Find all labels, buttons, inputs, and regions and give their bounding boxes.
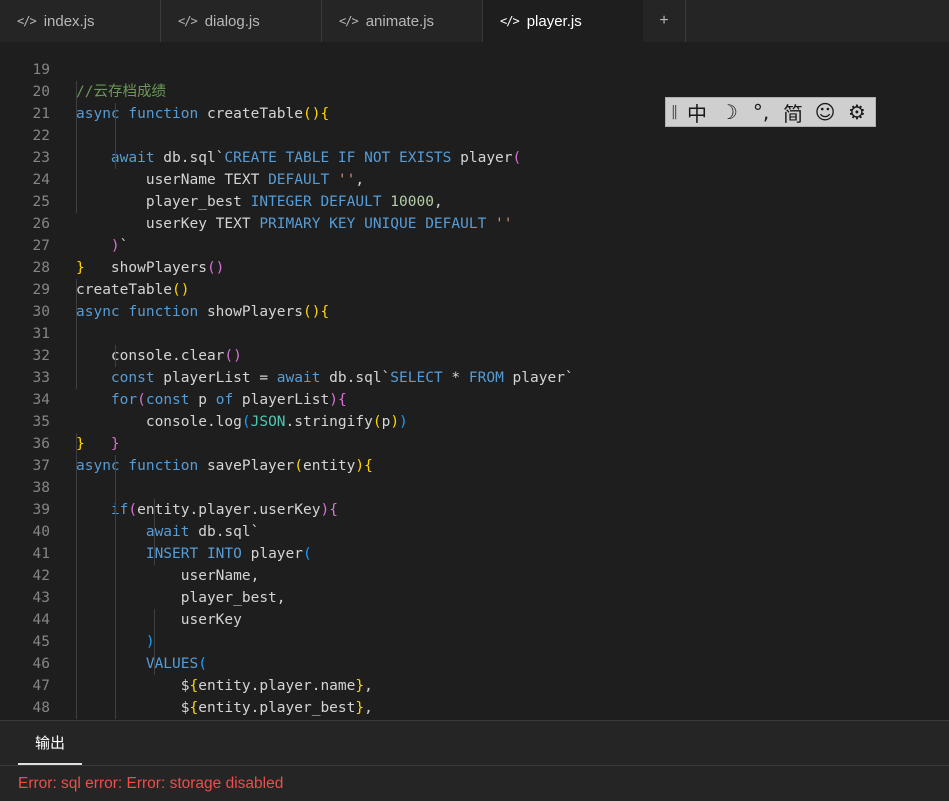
moon-icon[interactable]: ☽ (713, 100, 745, 124)
code-line: 25 )` (0, 169, 949, 254)
divider (0, 765, 949, 766)
code-line: 28 createTable() (0, 235, 949, 298)
code-line: 45 ${entity.player.name}, (0, 609, 949, 694)
code-file-icon: </> (500, 14, 520, 28)
code-line: 42 userKey (0, 543, 949, 628)
code-line: 23 player_best INTEGER DEFAULT 10000, (0, 125, 949, 210)
tab-dialog-js[interactable]: </> dialog.js (161, 0, 322, 42)
code-line: 30 console.clear() (0, 279, 949, 364)
code-file-icon: </> (178, 14, 198, 28)
code-line: 49 ON CONFLICT (userKey) (0, 697, 949, 719)
code-line: 41 player_best, (0, 521, 949, 606)
tab-index-js[interactable]: </> index.js (0, 0, 161, 42)
code-line: 48 ) (0, 675, 949, 716)
code-line: 20 async function createTable(){ (0, 59, 949, 122)
code-file-icon: </> (339, 14, 359, 28)
gear-icon[interactable]: ⚙ (841, 100, 873, 124)
code-line: 39 INSERT INTO player( (0, 477, 949, 562)
code-line: 35 } (0, 389, 949, 452)
output-panel: 输出 Error: sql error: Error: storage disa… (0, 720, 949, 801)
code-file-icon: </> (17, 14, 37, 28)
code-editor-window: </> index.js </> dialog.js </> animate.j… (0, 0, 949, 801)
smiley-icon[interactable]: ☺ (809, 100, 841, 124)
tab-label: dialog.js (204, 12, 260, 30)
error-message: Error: sql error: Error: storage disable… (18, 775, 284, 792)
tab-player-js[interactable]: </> player.js (483, 0, 643, 42)
code-line: 32 for(const p of playerList){ (0, 323, 949, 408)
tab-label: animate.js (365, 12, 435, 30)
code-line: 24 userKey TEXT PRIMARY KEY UNIQUE DEFAU… (0, 147, 949, 232)
code-line: 43 ) (0, 565, 949, 650)
ime-toolbar[interactable]: ‖ 中 ☽ °, 简 ☺ ⚙ (665, 97, 876, 127)
code-line: 44 VALUES( (0, 587, 949, 672)
code-editor[interactable]: 19 //云存档成绩 20 async function createTable… (0, 42, 949, 720)
tab-label: player.js (526, 12, 582, 30)
simplified-chinese-button[interactable]: 简 (777, 98, 809, 127)
code-line: 47 ${entity.userKey} (0, 653, 949, 694)
code-line: 46 ${entity.player_best}, (0, 631, 949, 716)
code-line: 19 //云存档成绩 (0, 42, 949, 100)
tab-animate-js[interactable]: </> animate.js (322, 0, 483, 42)
code-line: 38 await db.sql` (0, 455, 949, 540)
code-line: 29 async function showPlayers(){ (0, 257, 949, 320)
code-line: 40 userName, (0, 499, 949, 584)
add-tab-button[interactable]: + (643, 0, 686, 42)
chinese-mode-button[interactable]: 中 (681, 98, 713, 127)
punctuation-icon[interactable]: °, (745, 100, 777, 124)
code-line: 31 const playerList = await db.sql`SELEC… (0, 301, 949, 386)
code-line: 33 console.log(JSON.stringify(p)) (0, 345, 949, 430)
tab-label: index.js (43, 12, 95, 30)
code-line: 34 } (0, 367, 949, 452)
code-line: 36 async function savePlayer(entity){ (0, 411, 949, 474)
drag-handle-icon[interactable]: ‖ (671, 104, 681, 120)
code-line: 26 showPlayers() (0, 191, 949, 276)
editor-tab-bar: </> index.js </> dialog.js </> animate.j… (0, 0, 949, 42)
tab-output[interactable]: 输出 (18, 721, 82, 765)
code-line: 37 if(entity.player.userKey){ (0, 433, 949, 518)
code-line: 27 } (0, 213, 949, 276)
